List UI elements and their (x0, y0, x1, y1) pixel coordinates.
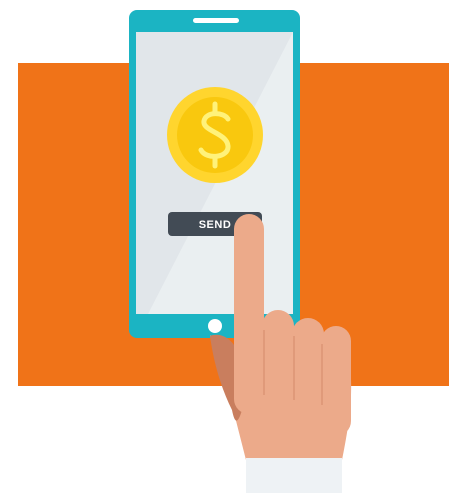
illustration: SEND (18, 10, 449, 493)
home-button[interactable] (208, 319, 222, 333)
dollar-coin-icon (167, 87, 263, 183)
send-button-label: SEND (199, 219, 232, 231)
index-finger (234, 214, 264, 414)
shirt-cuff (246, 458, 342, 493)
phone-speaker (193, 18, 239, 23)
